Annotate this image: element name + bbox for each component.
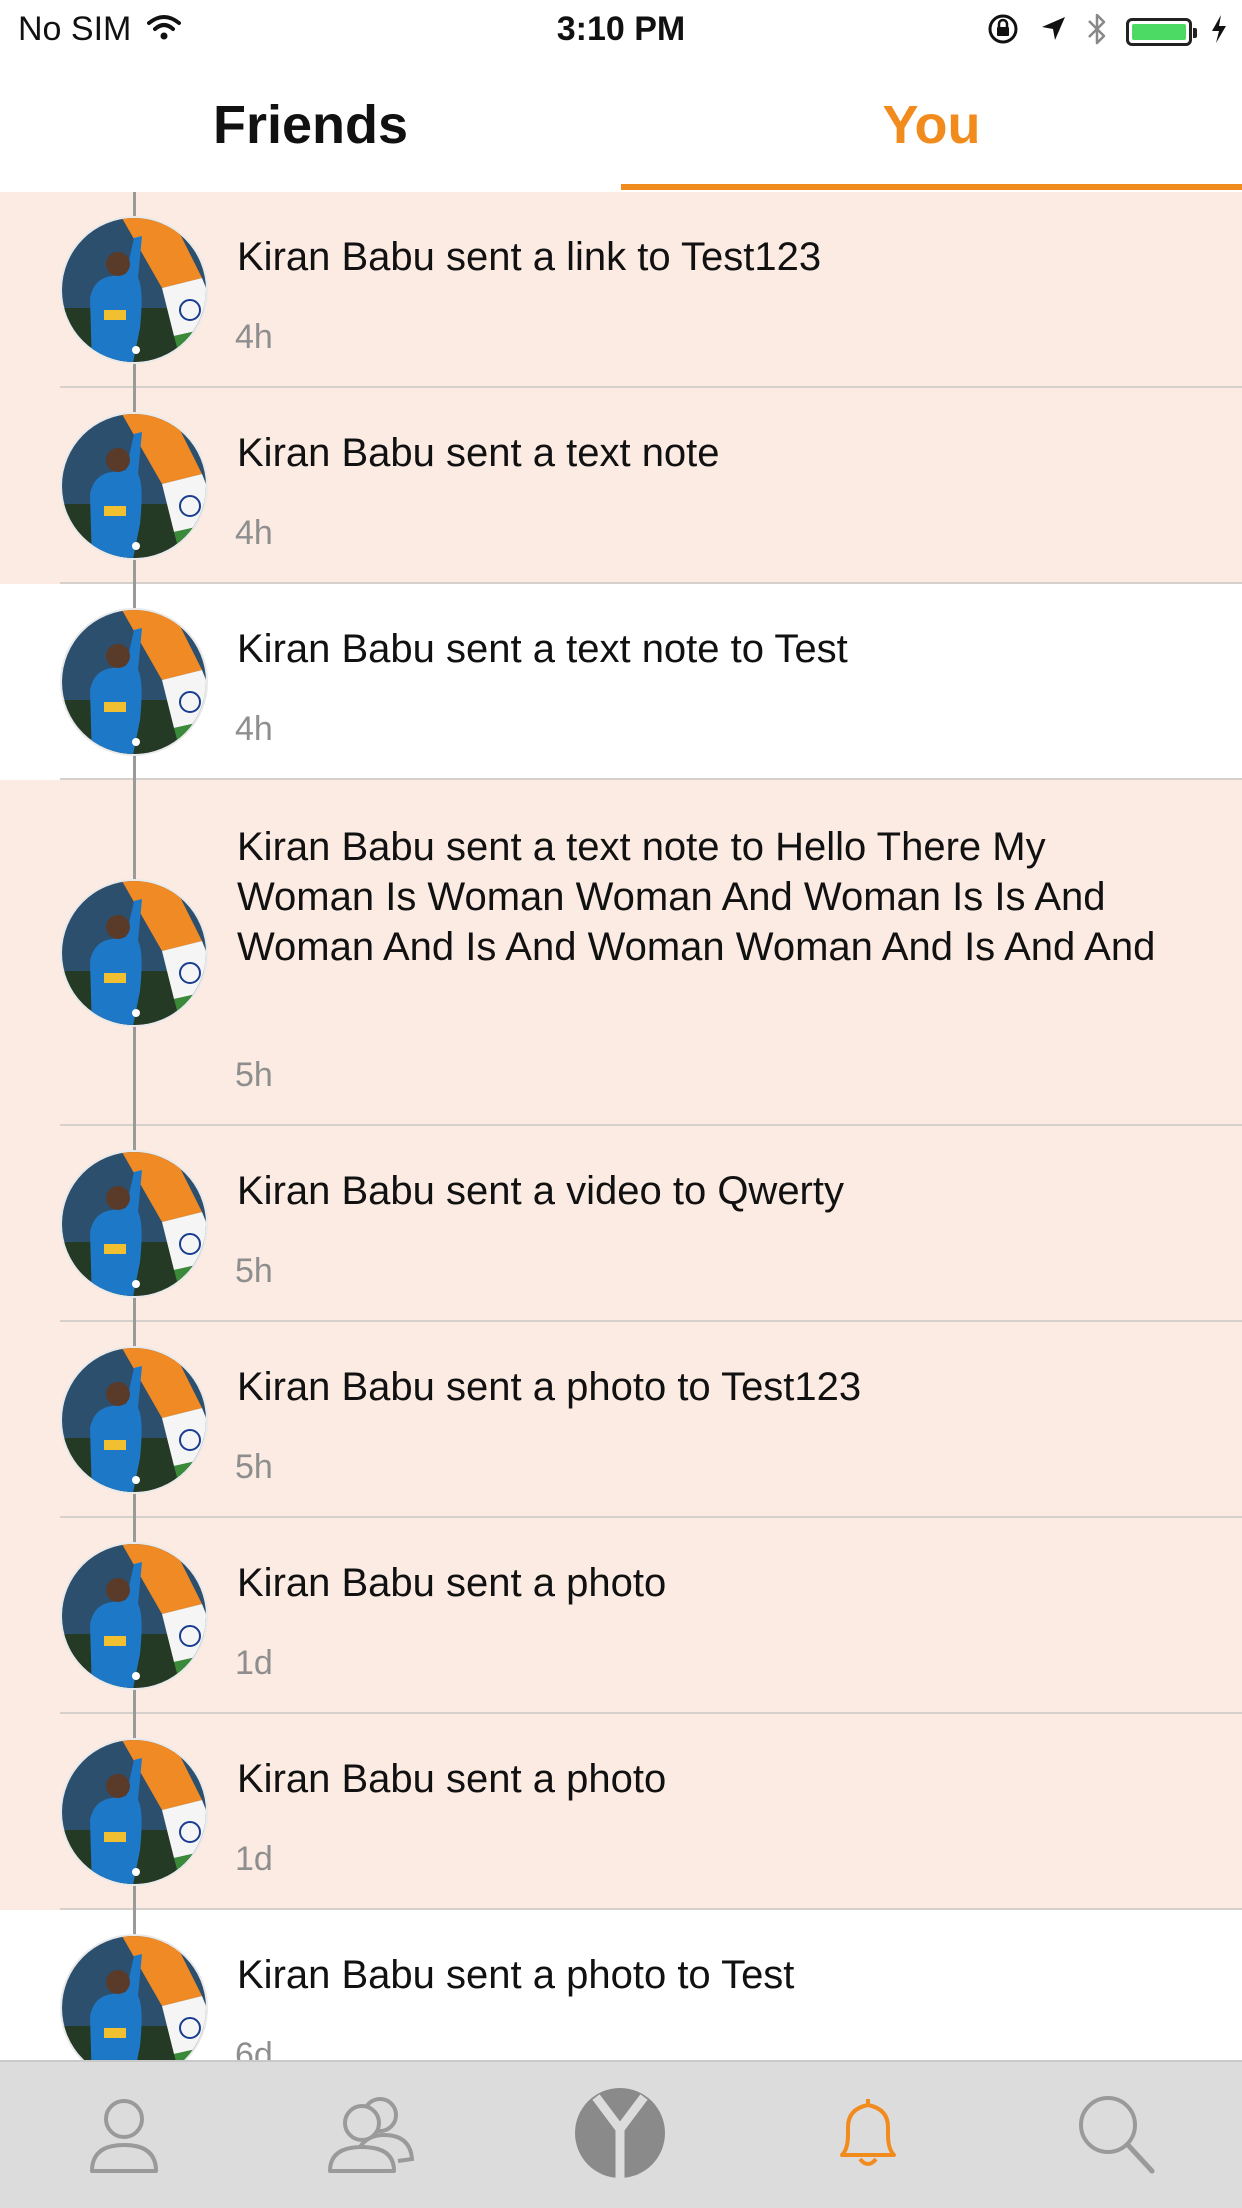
avatar[interactable] (60, 412, 208, 560)
tab-profile[interactable] (0, 2062, 248, 2208)
feed-row[interactable]: Kiran Babu sent a text note 4h (0, 388, 1242, 584)
activity-timestamp: 4h (235, 514, 273, 552)
feed-row[interactable]: Kiran Babu sent a photo to Test 6d (0, 1910, 1242, 2060)
feed-row[interactable]: Kiran Babu sent a photo to Test123 5h (0, 1322, 1242, 1518)
tab-search[interactable] (992, 2062, 1240, 2208)
battery-icon (1126, 17, 1197, 46)
tab-friends[interactable]: Friends (0, 62, 621, 188)
feed-row[interactable]: Kiran Babu sent a text note to Hello The… (0, 780, 1242, 1126)
activity-text: Kiran Babu sent a photo to Test (237, 1953, 795, 1997)
feed-row[interactable]: Kiran Babu sent a link to Test123 4h (0, 192, 1242, 388)
activity-text: Kiran Babu sent a photo (237, 1757, 667, 1801)
activity-feed[interactable]: Kiran Babu sent a link to Test123 4h Kira… (0, 192, 1242, 2060)
activity-timestamp: 5h (235, 1252, 273, 1290)
tab-friends-list[interactable] (248, 2062, 496, 2208)
avatar[interactable] (60, 879, 208, 1027)
avatar[interactable] (60, 1738, 208, 1886)
activity-timestamp: 1d (235, 1644, 273, 1682)
status-bar: No SIM 3:10 PM (0, 0, 1242, 62)
activity-text: Kiran Babu sent a text note to Hello The… (237, 825, 1156, 969)
friends-icon (324, 2091, 420, 2180)
activity-text: Kiran Babu sent a photo (237, 1561, 667, 1605)
activity-timestamp: 4h (235, 318, 273, 356)
bottom-tab-bar (0, 2060, 1242, 2208)
segment-header: Friends You (0, 62, 1242, 192)
feed-row[interactable]: Kiran Babu sent a photo 1d (0, 1714, 1242, 1910)
avatar[interactable] (60, 1150, 208, 1298)
app-logo-icon (574, 2087, 666, 2184)
avatar[interactable] (60, 1934, 208, 2060)
avatar[interactable] (60, 216, 208, 364)
activity-text: Kiran Babu sent a link to Test123 (237, 235, 822, 279)
avatar[interactable] (60, 608, 208, 756)
activity-timestamp: 4h (235, 710, 273, 748)
charging-icon (1210, 14, 1228, 49)
activity-timestamp: 1d (235, 1840, 273, 1878)
activity-timestamp: 6d (235, 2036, 273, 2060)
notifications-bell-icon (826, 2091, 910, 2180)
search-icon (1074, 2091, 1158, 2180)
tab-home[interactable] (496, 2062, 744, 2208)
status-right (986, 12, 1228, 51)
rotation-lock-icon (986, 12, 1020, 51)
activity-text: Kiran Babu sent a text note to Test (237, 627, 848, 671)
activity-text: Kiran Babu sent a photo to Test123 (237, 1365, 862, 1409)
active-tab-indicator (621, 184, 1242, 190)
activity-text: Kiran Babu sent a video to Qwerty (237, 1169, 844, 1213)
feed-row[interactable]: Kiran Babu sent a photo 1d (0, 1518, 1242, 1714)
activity-timestamp: 5h (235, 1056, 273, 1094)
activity-timestamp: 5h (235, 1448, 273, 1486)
activity-text: Kiran Babu sent a text note (237, 431, 720, 475)
bluetooth-icon (1086, 12, 1108, 51)
profile-icon (82, 2091, 166, 2180)
tab-notifications[interactable] (744, 2062, 992, 2208)
feed-row[interactable]: Kiran Babu sent a video to Qwerty 5h (0, 1126, 1242, 1322)
feed-row[interactable]: Kiran Babu sent a text note to Test 4h (0, 584, 1242, 780)
location-icon (1038, 14, 1068, 49)
battery-level (1132, 23, 1186, 40)
tab-you[interactable]: You (621, 62, 1242, 188)
avatar[interactable] (60, 1346, 208, 1494)
avatar[interactable] (60, 1542, 208, 1690)
